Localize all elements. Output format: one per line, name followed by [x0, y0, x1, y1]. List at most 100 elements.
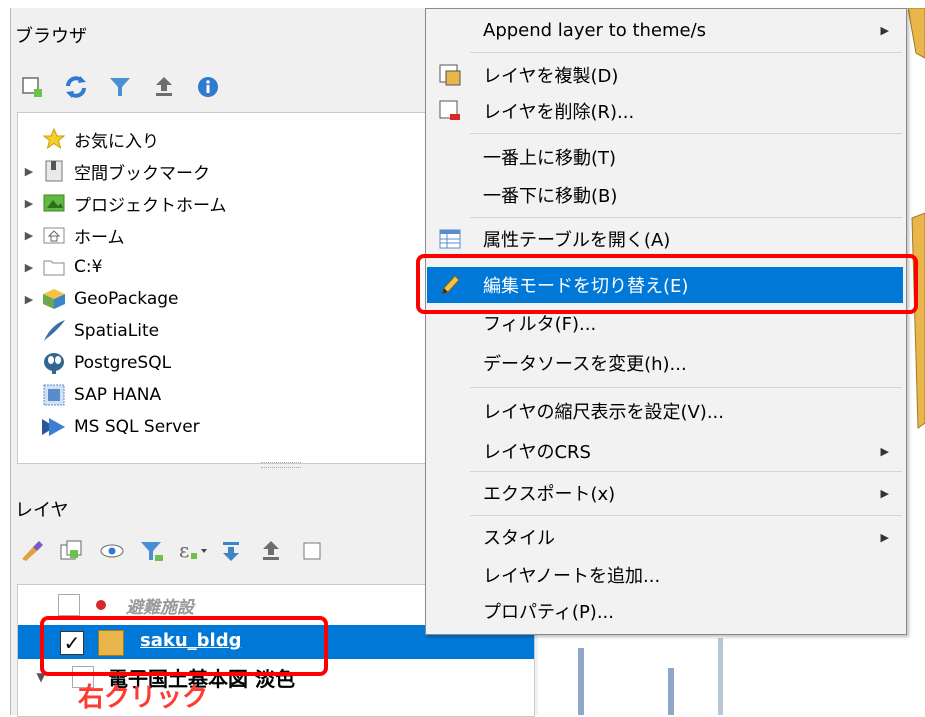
menu-item-label: 属性テーブルを開く(A) [483, 230, 671, 251]
bookmark-icon [40, 158, 68, 184]
remove-layer-tb-icon[interactable] [297, 536, 327, 566]
menu-item-move-bottom[interactable]: 一番下に移動(B) [427, 177, 903, 213]
star-icon [40, 126, 68, 152]
browser-item-sap-hana[interactable]: SAP HANA [18, 379, 161, 411]
menu-item-properties[interactable]: プロパティ(P)... [427, 593, 903, 629]
menu-item-add-layer-notes[interactable]: レイヤノートを追加... [427, 557, 903, 593]
info-icon[interactable] [193, 72, 223, 102]
menu-item-label: レイヤのCRS [483, 442, 591, 463]
menu-item-scale-visibility[interactable]: レイヤの縮尺表示を設定(V)... [427, 393, 903, 429]
menu-separator [470, 52, 902, 53]
browser-item-label: C:¥ [74, 257, 103, 277]
filter-legend-icon[interactable] [137, 536, 167, 566]
browser-item-home[interactable]: ▶ ホーム [18, 219, 125, 251]
browser-toolbar [17, 72, 223, 102]
layer-checkbox[interactable] [58, 594, 80, 616]
menu-item-label: レイヤを削除(R)... [483, 102, 635, 123]
browser-item-label: ホーム [74, 227, 125, 248]
callout-highlight-layer [40, 616, 328, 676]
menu-item-open-attribute-table[interactable]: 属性テーブルを開く(A) [427, 221, 903, 257]
browser-item-project-home[interactable]: ▶ プロジェクトホーム [18, 187, 227, 219]
menu-item-styles[interactable]: スタイル ▶ [427, 519, 903, 555]
attribute-table-icon [437, 226, 463, 252]
duplicate-layer-icon [437, 62, 463, 88]
menu-separator [470, 471, 902, 472]
project-home-icon [40, 190, 68, 216]
panel-splitter[interactable] [261, 462, 301, 468]
browser-item-spatialite[interactable]: SpatiaLite [18, 315, 159, 347]
postgresql-icon [40, 350, 68, 376]
menu-separator [470, 387, 902, 388]
browser-item-spatial-bookmarks[interactable]: ▶ 空間ブックマーク [18, 155, 210, 187]
add-selected-layers-icon[interactable] [17, 72, 47, 102]
browser-item-label: SAP HANA [74, 385, 162, 405]
menu-item-label: 一番上に移動(T) [483, 148, 617, 169]
menu-separator [470, 217, 902, 218]
browser-item-label: 空間ブックマーク [74, 163, 210, 184]
menu-item-label: エクスポート(x) [483, 484, 616, 505]
browser-item-label: お気に入り [74, 131, 159, 152]
menu-item-label: レイヤの縮尺表示を設定(V)... [483, 402, 724, 423]
expand-all-icon[interactable] [217, 536, 247, 566]
menu-item-append-theme[interactable]: Append layer to theme/s ▶ [427, 12, 903, 48]
browser-item-label: SpatiaLite [74, 321, 160, 341]
expand-arrow-icon[interactable]: ▶ [18, 197, 40, 210]
spatialite-icon [40, 318, 68, 344]
layer-label: 避難施設 [126, 597, 194, 618]
filter-expression-icon[interactable]: ε [177, 536, 207, 566]
browser-item-label: PostgreSQL [74, 353, 172, 373]
browser-item-label: プロジェクトホーム [74, 195, 227, 216]
collapse-all-icon[interactable] [149, 72, 179, 102]
layers-panel-title: レイヤ [15, 500, 69, 521]
expand-arrow-icon[interactable]: ▶ [18, 229, 40, 242]
submenu-arrow-icon: ▶ [880, 530, 889, 544]
menu-item-label: レイヤノートを追加... [483, 566, 661, 587]
svg-text:ε: ε [179, 539, 189, 562]
visibility-eye-icon[interactable] [97, 536, 127, 566]
expand-arrow-icon[interactable]: ▶ [18, 165, 40, 178]
submenu-arrow-icon: ▶ [880, 23, 889, 37]
folder-icon [40, 254, 68, 280]
sap-hana-icon [40, 382, 68, 408]
menu-item-change-datasource[interactable]: データソースを変更(h)... [427, 345, 903, 381]
browser-item-c-drive[interactable]: ▶ C:¥ [18, 251, 103, 283]
qgis-window: ブラウザ お気に入り ▶ 空間ブックマーク ▶ プロジェクトホーム ▶ ホーム … [0, 0, 925, 717]
annotation-right-click: 右クリック [78, 683, 209, 713]
browser-item-mssql[interactable]: MS SQL Server [18, 411, 200, 443]
menu-item-label: レイヤを複製(D) [483, 66, 619, 87]
mssql-icon [40, 414, 68, 440]
menu-item-duplicate-layer[interactable]: レイヤを複製(D) [427, 57, 903, 93]
browser-item-favorites[interactable]: お気に入り [18, 123, 159, 155]
browser-item-label: MS SQL Server [74, 417, 200, 437]
menu-item-label: Append layer to theme/s [483, 19, 707, 41]
menu-item-move-top[interactable]: 一番上に移動(T) [427, 139, 903, 175]
submenu-arrow-icon: ▶ [880, 486, 889, 500]
collapse-all-layers-icon[interactable] [257, 536, 287, 566]
menu-item-label: スタイル [483, 528, 555, 549]
point-symbol-icon [96, 600, 106, 610]
layers-toolbar: ε [17, 536, 327, 566]
layer-context-menu: Append layer to theme/s ▶ レイヤを複製(D) レイヤを… [425, 8, 907, 635]
filter-icon[interactable] [105, 72, 135, 102]
browser-item-geopackage[interactable]: ▶ GeoPackage [18, 283, 179, 315]
refresh-icon[interactable] [61, 72, 91, 102]
style-manager-icon[interactable] [17, 536, 47, 566]
expand-arrow-icon[interactable]: ▶ [18, 293, 40, 306]
menu-item-label: プロパティ(P)... [483, 602, 614, 623]
geopackage-icon [40, 286, 68, 312]
menu-separator [470, 133, 902, 134]
menu-item-label: 一番下に移動(B) [483, 186, 618, 207]
menu-item-export[interactable]: エクスポート(x) ▶ [427, 475, 903, 511]
browser-panel-title: ブラウザ [15, 26, 87, 47]
expand-arrow-icon[interactable]: ▶ [18, 261, 40, 274]
menu-item-layer-crs[interactable]: レイヤのCRS ▶ [427, 433, 903, 469]
home-folder-icon [40, 222, 68, 248]
remove-layer-icon [437, 98, 463, 124]
menu-item-label: データソースを変更(h)... [483, 354, 687, 375]
add-group-icon[interactable] [57, 536, 87, 566]
submenu-arrow-icon: ▶ [880, 444, 889, 458]
browser-item-postgresql[interactable]: PostgreSQL [18, 347, 171, 379]
menu-separator [470, 515, 902, 516]
browser-item-label: GeoPackage [74, 289, 179, 309]
menu-item-remove-layer[interactable]: レイヤを削除(R)... [427, 93, 903, 129]
